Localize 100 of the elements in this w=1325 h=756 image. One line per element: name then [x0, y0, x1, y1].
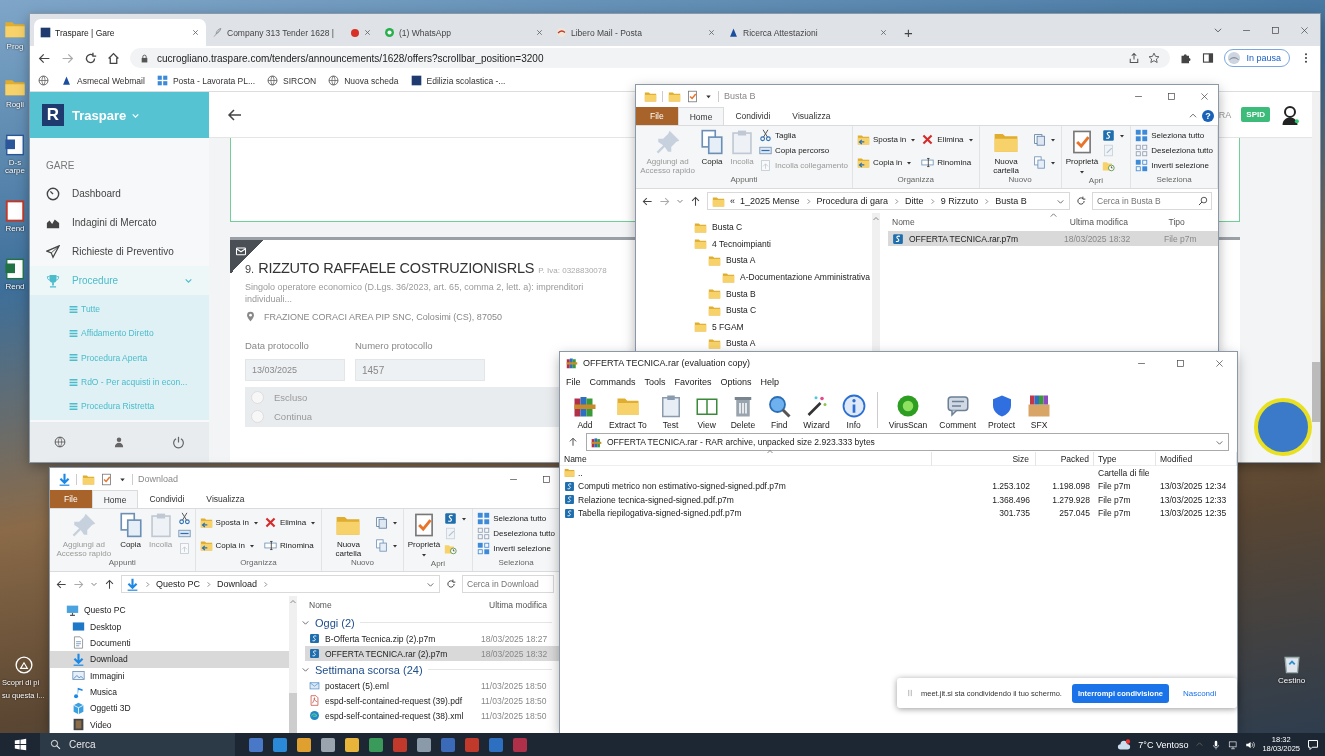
column-header[interactable]: Nome	[892, 217, 1070, 227]
ribbon-tab[interactable]: Home	[677, 107, 725, 125]
file-row[interactable]: espd-self-contained-request (39).pdf 11/03/2025 18:50	[305, 693, 560, 708]
folder-tree-item[interactable]: 5 FGAM	[636, 318, 872, 336]
ribbon-button[interactable]	[1032, 156, 1057, 169]
taskbar-app-icon[interactable]	[273, 737, 287, 752]
ribbon-button[interactable]: Sposta in	[199, 516, 260, 529]
path-overflow[interactable]: «	[730, 196, 735, 206]
ribbon-button[interactable]: Elimina	[263, 516, 318, 529]
file-row[interactable]: OFFERTA TECNICA.rar.p7m 18/03/2025 18:32 File p7m	[888, 231, 1218, 246]
column-header[interactable]: Modified	[1156, 451, 1237, 466]
navigation-item[interactable]: Musica	[50, 683, 289, 701]
ribbon-button[interactable]: Copia	[117, 512, 144, 550]
file-row[interactable]: OFFERTA TECNICA.rar (2).p7m 18/03/2025 18:32	[305, 646, 560, 661]
folder-tree-item[interactable]: Busta C	[636, 219, 872, 236]
menu-item[interactable]: Tools	[644, 377, 666, 387]
archive-row[interactable]: Computi metrico non estimativo-signed-signed.pdf.p7m 1.253.102 1.198.098 File p7m 13/03/2025 12:34	[560, 479, 1237, 493]
ribbon-tab[interactable]: Condividi	[138, 490, 196, 508]
ribbon-button[interactable]: Nuova cartella	[983, 129, 1029, 176]
toolbar-button[interactable]: VirusScan	[883, 394, 933, 430]
toolbar-button[interactable]: Find	[762, 394, 797, 430]
toolbar-button[interactable]: Extract To	[604, 394, 652, 430]
ribbon-button[interactable]: Nuova cartella	[326, 512, 371, 559]
toolbar-button[interactable]: Info	[836, 394, 871, 430]
menu-item[interactable]: Commands	[589, 377, 636, 387]
browser-tab[interactable]: Traspare | Gare	[34, 19, 206, 46]
taskbar-app-icon[interactable]	[417, 737, 431, 752]
folder-tree-item[interactable]: 4 Tecnoimpianti	[636, 235, 872, 253]
column-header[interactable]: Type	[1094, 451, 1156, 466]
radio-button[interactable]	[251, 410, 264, 424]
navigation-item[interactable]: Questo PC	[50, 602, 289, 619]
column-header[interactable]: Size	[932, 451, 1036, 466]
archive-row[interactable]: Relazione tecnica-signed-signed.pdf.p7m 1.368.496 1.279.928 File p7m 13/03/2025 12:33	[560, 493, 1237, 507]
toolbar-button[interactable]: SFX	[1022, 394, 1057, 430]
ribbon-button[interactable]: Sposta in	[856, 133, 918, 146]
browser-tab[interactable]: Company 313 Tender 1628 |	[206, 19, 378, 46]
taskbar-app-icon[interactable]	[369, 737, 383, 752]
toolbar-button[interactable]: Delete	[725, 394, 761, 430]
taskbar-app-icon[interactable]	[321, 737, 335, 752]
ribbon-button[interactable]: Taglia	[759, 129, 848, 142]
ribbon-button[interactable]	[1102, 129, 1127, 142]
weather[interactable]: 7°C Ventoso	[1138, 739, 1189, 750]
ribbon-button[interactable]: Rinomina	[921, 156, 975, 169]
search-field[interactable]: Cerca in Download	[462, 575, 554, 593]
ribbon-button[interactable]: Copia in	[856, 156, 918, 169]
address-bar[interactable]: « 1_2025 Mense Procedura di gara Ditte 9 Rizzuto Busta B	[707, 192, 1070, 210]
ribbon-button[interactable]: Seleziona tutto	[477, 512, 555, 525]
ribbon-button[interactable]: Copia	[699, 129, 725, 167]
ribbon-button[interactable]	[444, 512, 469, 525]
navigation-item[interactable]: Download	[50, 651, 289, 668]
ribbon-tab[interactable]: Visualizza	[781, 107, 842, 125]
ribbon-tab[interactable]: Home	[91, 490, 139, 508]
help-icon[interactable]: ?	[1202, 110, 1214, 122]
navigation-item[interactable]: Immagini	[50, 667, 289, 684]
column-header[interactable]: Nome	[309, 600, 489, 610]
desktop-icon-label[interactable]: Rend	[0, 283, 30, 292]
archive-row[interactable]: Tabella riepilogativa-signed-signed.pdf.p7m 301.735 257.045 File p7m 13/03/2025 12:35	[560, 506, 1237, 520]
ribbon-tab[interactable]: File	[50, 490, 92, 508]
menu-item[interactable]: Favorites	[674, 377, 712, 387]
ribbon-button[interactable]	[177, 512, 191, 525]
ribbon-button[interactable]	[1032, 133, 1057, 146]
ribbon-button[interactable]: Inverti selezione	[1135, 159, 1213, 172]
ribbon-button[interactable]: Elimina	[921, 133, 975, 146]
browser-tab[interactable]: Libero Mail - Posta	[550, 19, 722, 46]
folder-tree-item[interactable]: Busta A	[636, 252, 872, 269]
hide-link[interactable]: Nascondi	[1182, 688, 1217, 698]
sidebar-item[interactable]: Richieste di Preventivo	[30, 237, 209, 266]
bookmark[interactable]: SIRCON	[267, 75, 317, 86]
ribbon-button[interactable]	[177, 527, 191, 540]
file-row[interactable]: B-Offerta Tecnica.zip (2).p7m 18/03/2025 18:27	[305, 631, 560, 646]
column-header[interactable]: Tipo	[1168, 217, 1218, 227]
ribbon-button[interactable]: Rinomina	[263, 539, 318, 552]
desktop-icon-label[interactable]: Rend	[0, 225, 30, 234]
bookmark[interactable]: Posta - Lavorata PL...	[156, 75, 256, 86]
browser-tab[interactable]: (1) WhatsApp	[378, 19, 550, 46]
scrollbar[interactable]	[1312, 92, 1320, 462]
ribbon-button[interactable]: Copia in	[199, 539, 260, 552]
bookmark[interactable]: Edilizia scolastica -...	[410, 75, 506, 86]
menu-item[interactable]: Options	[720, 377, 752, 387]
group-heading[interactable]: Settimana scorsa (24)	[315, 663, 423, 676]
toolbar-button[interactable]: Comment	[934, 394, 982, 430]
address-bar[interactable]: Questo PC Download	[121, 575, 440, 593]
column-header[interactable]: Ultima modifica	[489, 600, 559, 610]
search-field[interactable]: Cerca in Busta B	[1092, 192, 1212, 210]
taskbar-app-icon[interactable]	[249, 737, 263, 752]
ribbon-button[interactable]: Deseleziona tutto	[1135, 144, 1213, 157]
file-row[interactable]: espd-self-contained-request (38).xml 11/03/2025 18:50	[305, 708, 560, 723]
toolbar-button[interactable]: Protect	[983, 394, 1021, 430]
archive-row[interactable]: .. Cartella di file	[560, 466, 1237, 480]
ribbon-tab[interactable]: Visualizza	[195, 490, 256, 508]
toolbar-button[interactable]: Add	[568, 394, 602, 430]
toolbar-button[interactable]: View	[689, 394, 724, 430]
sidebar-item[interactable]: Dashboard	[30, 179, 209, 208]
menu-item[interactable]: File	[566, 377, 581, 387]
sidebar-item[interactable]: Indagini di Mercato	[30, 208, 209, 237]
bookmark[interactable]: Nuova scheda	[328, 75, 399, 86]
ribbon-button[interactable]: Proprietà	[407, 512, 441, 560]
ribbon-button[interactable]	[374, 516, 399, 529]
scrollbar[interactable]	[872, 213, 880, 352]
ribbon-button[interactable]: Proprietà	[1065, 129, 1099, 177]
